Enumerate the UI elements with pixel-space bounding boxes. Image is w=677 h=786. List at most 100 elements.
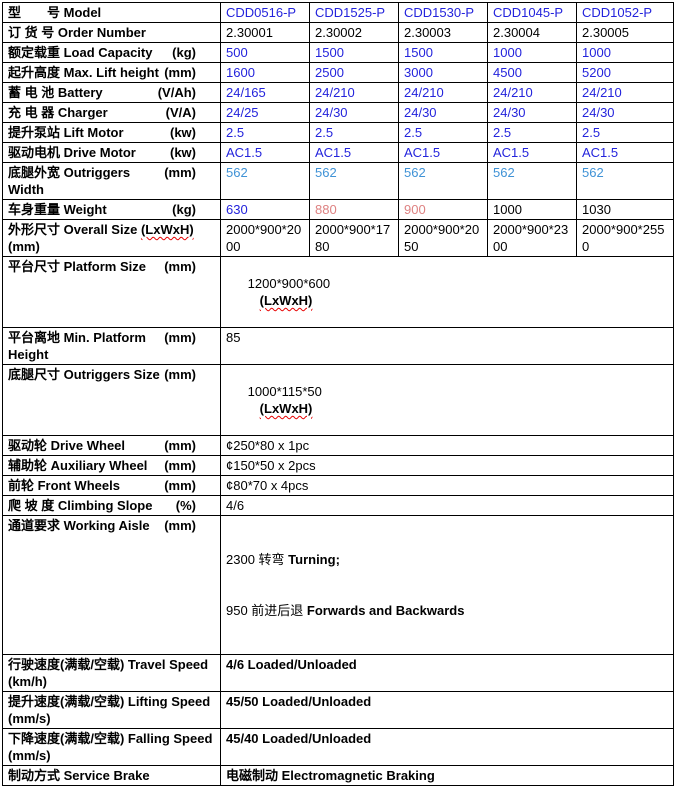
label-text: 订 货 号 Order Number (8, 25, 146, 40)
cell-value: 2000*900*2300 (493, 222, 568, 254)
cell-value: 24/30 (404, 105, 437, 120)
cell-value: 1000 (493, 45, 522, 60)
row-working-aisle-label: 通道要求 Working Aisle(mm) (3, 516, 221, 655)
row-outriggers-width: 底腿外宽 Outriggers Width(mm) 562 562 562 56… (3, 163, 674, 200)
cell-value: 2.5 (404, 125, 422, 140)
label-text: 底腿外宽 Outriggers Width (8, 164, 164, 198)
cell-value: 2.5 (226, 125, 244, 140)
cell-value: 电磁制动 Electromagnetic Braking (226, 768, 435, 783)
aisle-line-2: 950 前进后退 Forwards and Backwards (226, 602, 669, 619)
unit-text: (kw) (170, 124, 216, 141)
cell-value: 562 (226, 165, 248, 180)
unit-text: (kw) (170, 144, 216, 161)
model-value: CDD0516-P (226, 5, 296, 20)
lxwxh-mark: (LxWxH) (260, 293, 313, 308)
label-text: 前轮 Front Wheels (8, 477, 120, 494)
row-travel-speed-label: 行驶速度(满载/空载) Travel Speed (km/h) (3, 655, 221, 692)
cell-value: 900 (404, 202, 426, 217)
cell-value: 880 (315, 202, 337, 217)
cell-value: AC1.5 (404, 145, 440, 160)
row-platform-size: 平台尺寸 Platform Size(mm) 1200*900*600 (LxW… (3, 257, 674, 328)
label-text: 外形尺寸 Overall Size (8, 222, 137, 237)
cell-value: 1200*900*600 (248, 276, 330, 291)
row-charger: 充 电 器 Charger(V/A) 24/25 24/30 24/30 24/… (3, 103, 674, 123)
label-text: 平台离地 Min. Platform Height (8, 329, 164, 363)
cell-value: 562 (404, 165, 426, 180)
order-value: 2.30002 (315, 25, 362, 40)
model-value: CDD1525-P (315, 5, 385, 20)
row-weight: 车身重量 Weight(kg) 630 880 900 1000 1030 (3, 200, 674, 220)
cell-value: 562 (315, 165, 337, 180)
label-text: 车身重量 Weight (8, 201, 107, 218)
lxwxh-mark: (LxWxH) (141, 222, 194, 237)
row-lift-motor-label: 提升泵站 Lift Motor(kw) (3, 123, 221, 143)
cell-value: 630 (226, 202, 248, 217)
row-lifting-speed: 提升速度(满载/空载) Lifting Speed (mm/s) 45/50 L… (3, 692, 674, 729)
cell-value: 45/50 Loaded/Unloaded (226, 694, 371, 709)
cell-value: 24/25 (226, 105, 259, 120)
model-value: CDD1530-P (404, 5, 474, 20)
unit-text: (mm) (8, 239, 40, 254)
row-lifting-speed-label: 提升速度(满载/空载) Lifting Speed (mm/s) (3, 692, 221, 729)
cell-value: 562 (582, 165, 604, 180)
cell-value: 24/210 (315, 85, 355, 100)
unit-text: (kg) (172, 44, 216, 61)
cell-value: AC1.5 (493, 145, 529, 160)
row-load-label: 额定载重 Load Capacity(kg) (3, 43, 221, 63)
cell-value: 2000*900*2050 (404, 222, 479, 254)
cell-value: 45/40 Loaded/Unloaded (226, 731, 371, 746)
order-value: 2.30005 (582, 25, 629, 40)
cell-value: 1500 (315, 45, 344, 60)
row-travel-speed: 行驶速度(满载/空载) Travel Speed (km/h) 4/6 Load… (3, 655, 674, 692)
label-line-1: 提升速度(满载/空载) Lifting Speed (8, 693, 216, 710)
unit-text: (mm) (164, 437, 216, 454)
row-lift-height: 起升高度 Max. Lift height(mm) 1600 2500 3000… (3, 63, 674, 83)
label-text: 平台尺寸 Platform Size (8, 258, 146, 275)
cell-value: 1000*115*50 (248, 384, 322, 399)
row-battery: 蓄 电 池 Battery(V/Ah) 24/165 24/210 24/210… (3, 83, 674, 103)
order-value: 2.30003 (404, 25, 451, 40)
cell-value: 4/6 (226, 498, 244, 513)
row-min-platform-height: 平台离地 Min. Platform Height(mm) 85 (3, 328, 674, 365)
row-climbing-slope-label: 爬 坡 度 Climbing Slope (%) (3, 496, 221, 516)
cell-value: 4500 (493, 65, 522, 80)
cell-value: 1600 (226, 65, 255, 80)
row-weight-label: 车身重量 Weight(kg) (3, 200, 221, 220)
cell-value: 3000 (404, 65, 433, 80)
label-text: 型 号 Model (8, 5, 101, 20)
cell-value: 5200 (582, 65, 611, 80)
row-overall-size-label: 外形尺寸 Overall Size (LxWxH) (mm) (3, 220, 221, 257)
model-value: CDD1052-P (582, 5, 652, 20)
unit-text: (V/A) (166, 104, 216, 121)
unit-text: (%) (176, 497, 216, 514)
label-text: 爬 坡 度 Climbing Slope (8, 497, 152, 514)
cell-value: 500 (226, 45, 248, 60)
row-climbing-slope: 爬 坡 度 Climbing Slope (%) 4/6 (3, 496, 674, 516)
row-charger-label: 充 电 器 Charger(V/A) (3, 103, 221, 123)
label-text: 辅助轮 Auxiliary Wheel (8, 457, 147, 474)
unit-text: (mm) (164, 64, 216, 81)
cell-value: 24/210 (582, 85, 622, 100)
row-working-aisle: 通道要求 Working Aisle(mm) 2300 转弯 Turning; … (3, 516, 674, 655)
unit-text: (mm) (164, 329, 216, 346)
cell-value: ¢80*70 x 4pcs (226, 478, 308, 493)
cell-value: 1500 (404, 45, 433, 60)
label-text: 行驶速度(满载/空载) Travel Speed (km/h) (8, 657, 208, 689)
cell-value: 24/210 (493, 85, 533, 100)
cell-value: 24/30 (582, 105, 615, 120)
row-falling-speed: 下降速度(满载/空载) Falling Speed (mm/s) 45/40 L… (3, 729, 674, 766)
row-falling-speed-label: 下降速度(满载/空载) Falling Speed (mm/s) (3, 729, 221, 766)
unit-text: (mm) (164, 457, 216, 474)
row-outriggers-width-label: 底腿外宽 Outriggers Width(mm) (3, 163, 221, 200)
row-front-wheels: 前轮 Front Wheels(mm) ¢80*70 x 4pcs (3, 476, 674, 496)
row-battery-label: 蓄 电 池 Battery(V/Ah) (3, 83, 221, 103)
cell-value: 562 (493, 165, 515, 180)
row-model-label: 型 号 Model (3, 3, 221, 23)
model-value: CDD1045-P (493, 5, 563, 20)
cell-value: AC1.5 (315, 145, 351, 160)
row-outriggers-size: 底腿尺寸 Outriggers Size(mm) 1000*115*50 (Lx… (3, 365, 674, 436)
row-order-number: 订 货 号 Order Number 2.30001 2.30002 2.300… (3, 23, 674, 43)
unit-text: (V/Ah) (158, 84, 216, 101)
label-text: 底腿尺寸 Outriggers Size (8, 366, 160, 383)
row-front-wheels-label: 前轮 Front Wheels(mm) (3, 476, 221, 496)
